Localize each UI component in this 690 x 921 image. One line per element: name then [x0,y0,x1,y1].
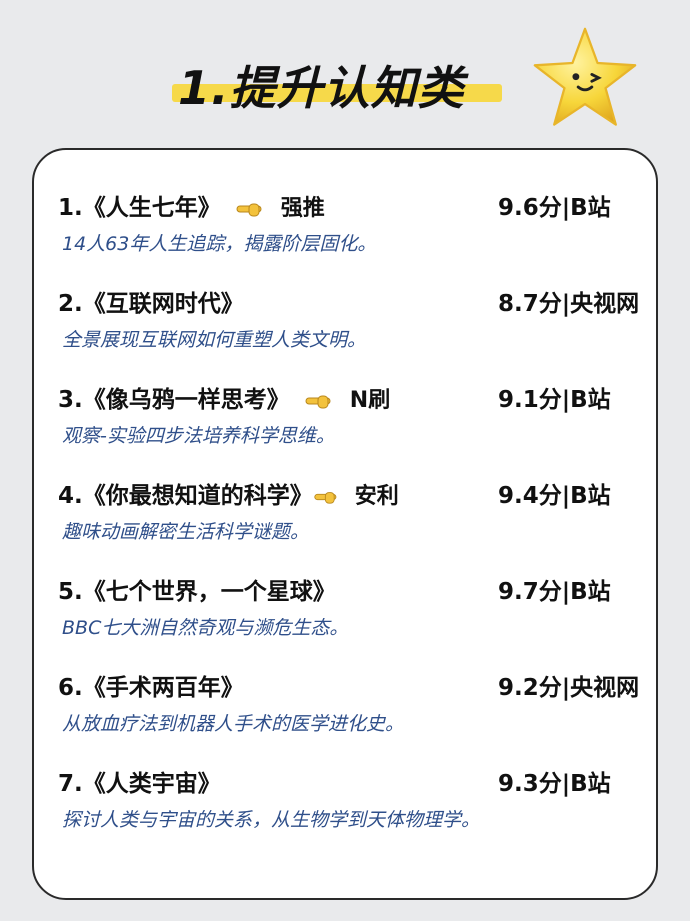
recommend-tag: N刷 [347,382,393,414]
item-title: 6.《手术两百年》 [58,675,244,701]
item-score: 9.1分|B站 [498,387,611,413]
item-title-text: 3.《像乌鸦一样思考》 [58,387,290,413]
recommend-tag: 强推 [278,190,327,222]
item-description: 全景展现互联网如何重塑人类文明。 [62,329,367,351]
item-score: 9.7分|B站 [498,579,611,605]
item-title: 4.《你最想知道的科学》 安利 [58,476,401,510]
pointing-hand-icon [314,491,337,504]
item-score: 9.6分|B站 [498,195,611,221]
recommend-tag: 安利 [352,478,401,510]
item-description: 从放血疗法到机器人手术的医学进化史。 [62,713,405,735]
list-card: 1.《人生七年》 强推 9.6分|B站 14人63年人生追踪，揭露阶层固化。 2… [32,148,658,900]
pointing-hand-icon [236,203,262,216]
item-title: 3.《像乌鸦一样思考》 N刷 [58,380,393,414]
item-description: 趣味动画解密生活科学谜题。 [62,521,310,543]
page-title: 1.提升认知类 [178,61,465,115]
item-description: 探讨人类与宇宙的关系，从生物学到天体物理学。 [62,809,481,831]
star-mascot-icon [533,27,637,126]
item-score: 9.4分|B站 [498,483,611,509]
pointing-hand-icon [305,395,331,408]
item-title: 1.《人生七年》 强推 [58,188,327,222]
item-title: 7.《人类宇宙》 [58,771,221,797]
item-title: 5.《七个世界，一个星球》 [58,579,336,605]
item-description: 14人63年人生追踪，揭露阶层固化。 [62,233,377,255]
item-title-text: 1.《人生七年》 [58,195,221,221]
item-title-text: 4.《你最想知道的科学》 [58,483,313,509]
item-score: 9.3分|B站 [498,771,611,797]
item-score: 9.2分|央视网 [498,675,640,701]
item-description: BBC七大洲自然奇观与濒危生态。 [62,617,349,639]
item-score: 8.7分|央视网 [498,291,640,317]
item-description: 观察-实验四步法培养科学思维。 [62,425,335,447]
item-title: 2.《互联网时代》 [58,291,244,317]
